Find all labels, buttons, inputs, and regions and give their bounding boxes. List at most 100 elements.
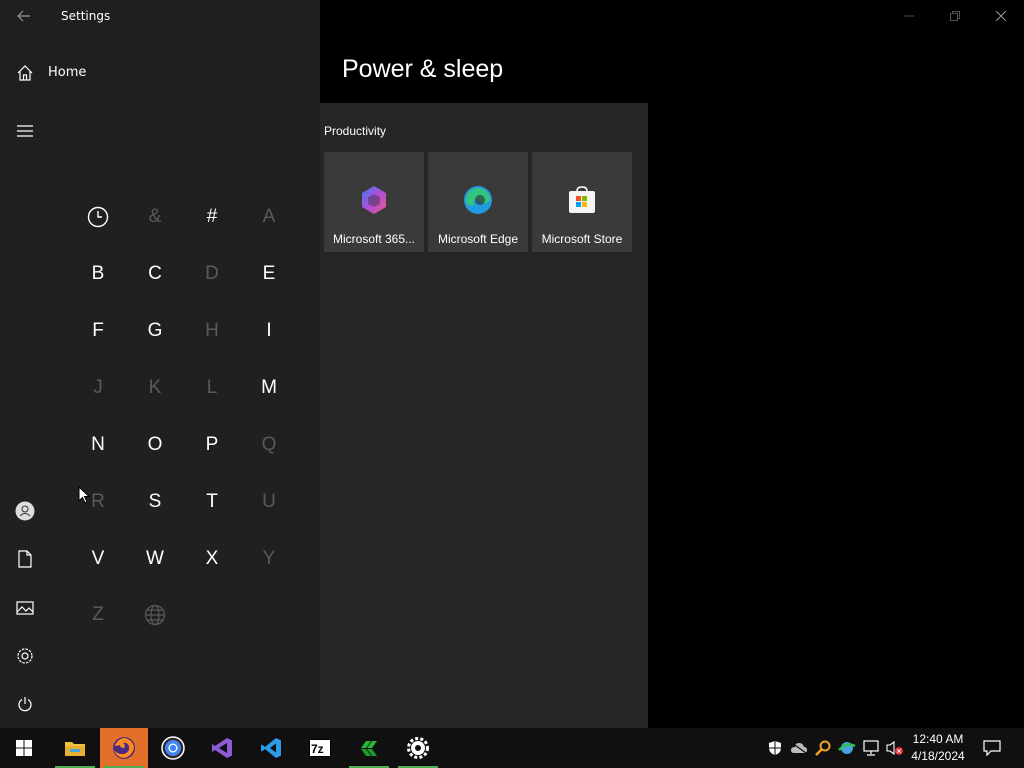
letter-&: & bbox=[148, 206, 162, 227]
user-button[interactable] bbox=[13, 499, 37, 523]
green-app-icon bbox=[361, 741, 377, 756]
letter-Q: Q bbox=[261, 434, 277, 455]
recent-icon bbox=[87, 206, 109, 228]
letter-N[interactable]: N bbox=[78, 425, 118, 465]
microsoft-365-icon bbox=[362, 186, 386, 214]
letter-L: L bbox=[206, 377, 218, 398]
volume-muted-icon bbox=[886, 740, 903, 756]
file-explorer-icon bbox=[65, 742, 85, 756]
minimize-button[interactable] bbox=[886, 0, 932, 32]
letter-Z: Z bbox=[92, 604, 104, 625]
letter-B[interactable]: B bbox=[78, 254, 118, 294]
letter-M[interactable]: M bbox=[249, 368, 289, 408]
start-rail bbox=[0, 103, 50, 728]
letter-F[interactable]: F bbox=[78, 311, 118, 351]
letter-X[interactable]: X bbox=[192, 539, 232, 579]
letter-K: K bbox=[148, 377, 162, 398]
restore-icon bbox=[950, 11, 960, 21]
close-button[interactable] bbox=[978, 0, 1024, 32]
notification-button[interactable] bbox=[982, 738, 1002, 758]
globe-icon bbox=[144, 604, 166, 626]
letter-P[interactable]: P bbox=[192, 425, 232, 465]
letter-globe bbox=[135, 595, 175, 635]
letter-recent[interactable] bbox=[78, 197, 118, 237]
hamburger-menu-button[interactable] bbox=[13, 119, 37, 143]
taskbar-7zip[interactable]: 7z bbox=[296, 728, 344, 768]
hamburger-menu-icon bbox=[17, 125, 33, 137]
notification-icon bbox=[983, 740, 1001, 756]
mouse-cursor bbox=[78, 485, 91, 508]
taskbar-vscode[interactable] bbox=[247, 728, 295, 768]
user-icon bbox=[15, 501, 35, 521]
letter-A: A bbox=[262, 206, 276, 227]
power-button[interactable] bbox=[13, 692, 37, 716]
taskbar-file-explorer[interactable] bbox=[51, 728, 99, 768]
documents-icon bbox=[18, 550, 32, 568]
letter-C[interactable]: C bbox=[135, 254, 175, 294]
letter-H: H bbox=[205, 320, 219, 341]
network-icon bbox=[863, 740, 879, 756]
start-button[interactable] bbox=[0, 728, 48, 768]
shield-icon bbox=[769, 741, 781, 755]
letter-T[interactable]: T bbox=[192, 482, 232, 522]
svg-text:7z: 7z bbox=[311, 742, 324, 756]
taskbar-firefox[interactable] bbox=[100, 728, 148, 768]
tray-shield[interactable] bbox=[765, 738, 785, 758]
nav-home-label: Home bbox=[48, 65, 87, 80]
firefox-icon bbox=[113, 737, 135, 759]
minimize-icon bbox=[904, 15, 914, 17]
letter-V[interactable]: V bbox=[78, 539, 118, 579]
tray-volume[interactable] bbox=[885, 738, 905, 758]
letter-I[interactable]: I bbox=[249, 311, 289, 351]
tile-label: Microsoft 365... bbox=[332, 232, 416, 246]
taskbar-settings[interactable] bbox=[394, 728, 442, 768]
documents-button[interactable] bbox=[13, 547, 37, 571]
back-button[interactable] bbox=[10, 4, 38, 28]
letter-E[interactable]: E bbox=[249, 254, 289, 294]
clock-date[interactable]: 4/18/2024 bbox=[908, 749, 968, 763]
tile-microsoft-edge[interactable]: Microsoft Edge bbox=[428, 152, 528, 252]
visual-studio-icon bbox=[212, 738, 232, 758]
maximize-button[interactable] bbox=[932, 0, 978, 32]
taskbar-chrome[interactable] bbox=[149, 728, 197, 768]
power-icon bbox=[18, 697, 32, 712]
home-icon bbox=[16, 64, 34, 82]
tray-network[interactable] bbox=[861, 738, 881, 758]
letter-W[interactable]: W bbox=[135, 539, 175, 579]
letter-O[interactable]: O bbox=[135, 425, 175, 465]
tray-cloud[interactable] bbox=[789, 738, 809, 758]
letter-J: J bbox=[93, 377, 103, 398]
tray-search[interactable] bbox=[813, 738, 833, 758]
chrome-icon bbox=[161, 736, 185, 760]
network-tray-icon bbox=[838, 742, 856, 754]
edge-icon bbox=[464, 186, 492, 214]
tray-network-app[interactable] bbox=[837, 738, 857, 758]
settings-button[interactable] bbox=[13, 644, 37, 668]
letter-G[interactable]: G bbox=[135, 311, 175, 351]
cloud-icon bbox=[791, 742, 807, 754]
vscode-icon bbox=[261, 738, 281, 758]
close-icon bbox=[996, 11, 1006, 21]
tile-microsoft-store[interactable]: Microsoft Store bbox=[532, 152, 632, 252]
window-title: Settings bbox=[61, 9, 111, 23]
letter-D: D bbox=[205, 263, 219, 284]
tile-label: Microsoft Store bbox=[541, 232, 623, 246]
letter-#[interactable]: # bbox=[192, 197, 232, 237]
start-icon bbox=[16, 740, 32, 756]
pictures-button[interactable] bbox=[13, 596, 37, 620]
back-arrow-icon bbox=[17, 10, 30, 22]
store-icon bbox=[569, 186, 595, 213]
clock-time[interactable]: 12:40 AM bbox=[908, 732, 968, 746]
tile-label: Microsoft Edge bbox=[437, 232, 519, 246]
search-tray-icon bbox=[815, 740, 831, 756]
tile-group-label: Productivity bbox=[324, 124, 387, 138]
page-title: Power & sleep bbox=[342, 55, 504, 83]
7zip-icon: 7z bbox=[309, 739, 331, 757]
settings-icon bbox=[407, 737, 429, 759]
taskbar-visual-studio[interactable] bbox=[198, 728, 246, 768]
pictures-icon bbox=[16, 601, 34, 615]
taskbar-green-app[interactable] bbox=[345, 728, 393, 768]
tile-microsoft-365[interactable]: Microsoft 365... bbox=[324, 152, 424, 252]
letter-S[interactable]: S bbox=[135, 482, 175, 522]
letter-Y: Y bbox=[262, 548, 276, 569]
